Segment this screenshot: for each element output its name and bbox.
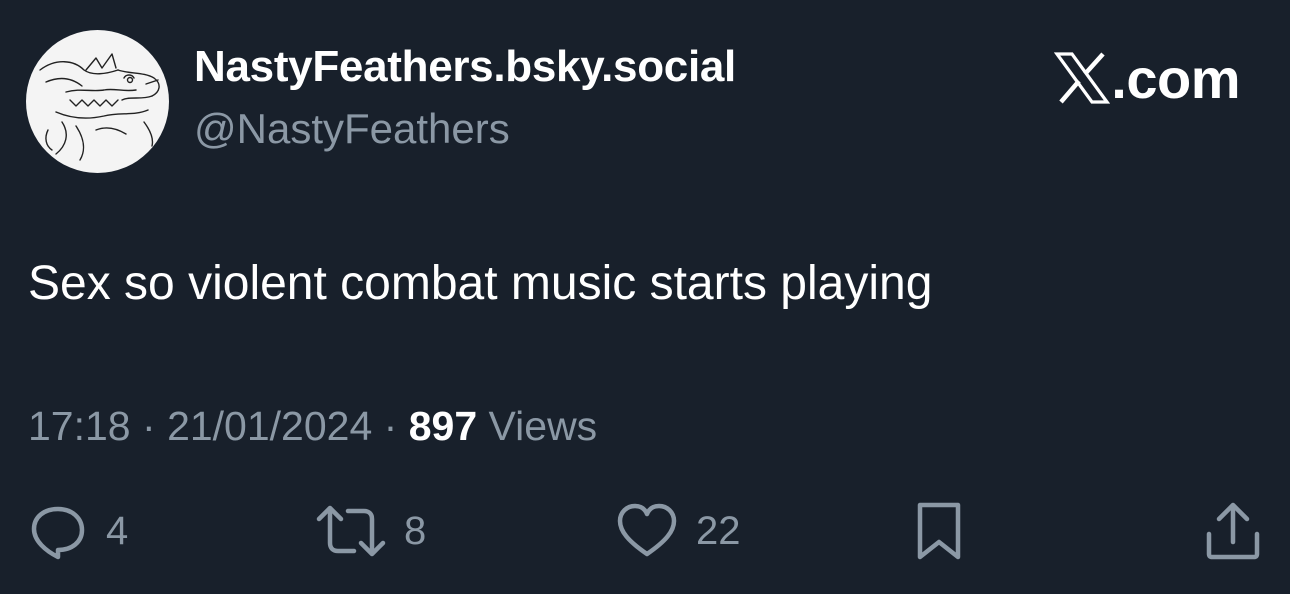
retweet-count: 8: [404, 508, 427, 553]
bookmark-icon: [917, 502, 961, 560]
retweet-icon: [316, 505, 386, 557]
tweet-meta: 17:18 · 21/01/2024 · 897 Views: [28, 403, 597, 450]
heart-icon: [617, 503, 677, 557]
action-bar: 4 8 22: [0, 498, 1290, 564]
reply-icon: [31, 506, 85, 560]
display-name[interactable]: NastyFeathers.bsky.social: [194, 42, 736, 92]
bookmark-button[interactable]: [913, 498, 965, 564]
reply-count: 4: [106, 508, 129, 553]
retweet-button[interactable]: 8: [316, 498, 426, 564]
brand-watermark: .com: [1054, 46, 1240, 110]
share-icon: [1206, 502, 1260, 560]
meta-separator: ·: [142, 403, 168, 449]
user-handle[interactable]: @NastyFeathers: [194, 105, 510, 153]
avatar[interactable]: [26, 30, 169, 173]
like-button[interactable]: 22: [616, 498, 741, 564]
views-label: Views: [488, 403, 598, 449]
tweet-date[interactable]: 21/01/2024: [167, 403, 372, 449]
share-button[interactable]: [1203, 498, 1263, 564]
like-count: 22: [696, 508, 741, 553]
views-count: 897: [408, 403, 478, 449]
brand-text: .com: [1111, 46, 1240, 110]
x-logo-icon: [1054, 52, 1111, 104]
tweet-time[interactable]: 17:18: [28, 403, 131, 449]
reply-button[interactable]: 4: [28, 498, 128, 564]
tweet-text: Sex so violent combat music starts playi…: [28, 257, 933, 310]
dragon-sketch-avatar-image: [39, 53, 160, 161]
meta-separator: ·: [383, 403, 409, 449]
